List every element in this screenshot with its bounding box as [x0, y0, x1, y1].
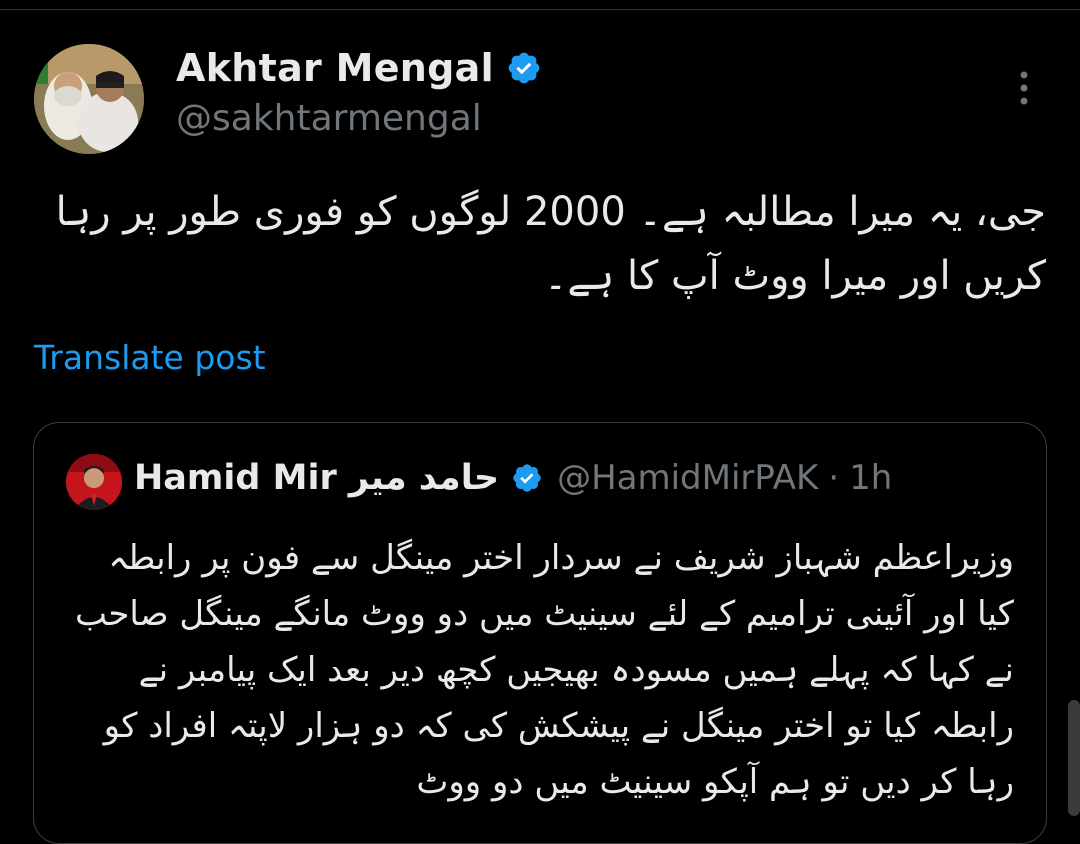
quoted-author-handle[interactable]: @HamidMirPAK: [557, 458, 818, 498]
translate-post-link[interactable]: Translate post: [34, 338, 266, 377]
author-name-row[interactable]: Akhtar Mengal: [176, 46, 542, 90]
top-divider: [0, 9, 1080, 10]
quoted-author-avatar[interactable]: [66, 454, 122, 510]
post-text: جی، یہ میرا مطالبہ ہے۔ 2000 لوگوں کو فور…: [55, 189, 1046, 299]
quoted-timestamp[interactable]: 1h: [849, 458, 892, 498]
quoted-post-text: وزیراعظم شہباز شریف نے سردار اختر مینگل …: [74, 538, 1014, 802]
author-handle[interactable]: @sakhtarmengal: [176, 98, 482, 139]
verified-badge-icon: [508, 52, 540, 84]
meta-separator: ·: [828, 458, 840, 498]
author-display-name[interactable]: Akhtar Mengal: [176, 46, 494, 90]
quoted-header[interactable]: Hamid Mir حامد میر @HamidMirPAK · 1h: [134, 458, 892, 498]
scrollbar-thumb[interactable]: [1068, 700, 1080, 816]
more-options-icon[interactable]: [1014, 70, 1034, 106]
author-avatar[interactable]: [34, 44, 144, 154]
quoted-author-name[interactable]: Hamid Mir حامد میر: [134, 458, 499, 498]
verified-badge-icon: [513, 464, 541, 492]
